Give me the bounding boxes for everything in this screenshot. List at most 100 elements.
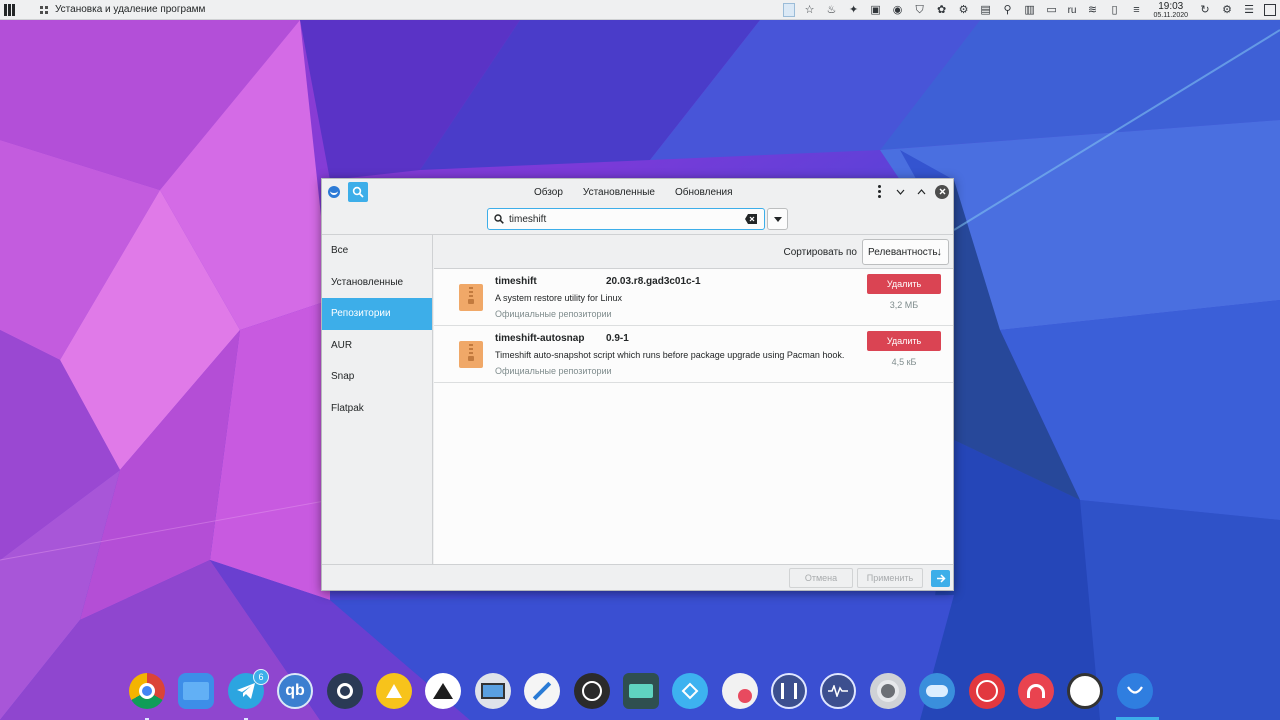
sort-value: Релевантность: [868, 246, 938, 258]
remove-button[interactable]: Удалить: [867, 274, 941, 294]
pamac-icon[interactable]: [1117, 673, 1153, 709]
circle-app-icon[interactable]: [1067, 673, 1103, 709]
cancel-button[interactable]: Отмена: [789, 568, 853, 588]
telegram-tray-icon[interactable]: ▤: [979, 3, 993, 17]
search-toggle-button[interactable]: [348, 182, 368, 202]
sort-bar: Сортировать по Релевантность ↓: [434, 235, 953, 269]
steam-icon[interactable]: [327, 673, 363, 709]
settings-icon[interactable]: ⚙: [1220, 3, 1234, 17]
window-controls: [866, 184, 949, 199]
hamster-icon[interactable]: ✿: [935, 3, 949, 17]
sort-select[interactable]: Релевантность ↓: [862, 239, 949, 265]
search-icon: [352, 186, 364, 198]
record-icon[interactable]: ◉: [891, 3, 905, 17]
headphones-icon[interactable]: [1018, 673, 1054, 709]
disk-usage-icon[interactable]: [870, 673, 906, 709]
sidebar-item-aur[interactable]: AUR: [322, 330, 432, 362]
calculator-icon[interactable]: [722, 673, 758, 709]
package-list-area: Сортировать по Релевантность ↓ timeshift…: [434, 235, 953, 565]
package-archive-icon: [459, 284, 483, 311]
telegram-icon[interactable]: 6: [228, 669, 269, 720]
search-input[interactable]: [509, 213, 739, 225]
wifi-icon[interactable]: ≋: [1085, 3, 1099, 17]
remove-button[interactable]: Удалить: [867, 331, 941, 351]
menu-icon[interactable]: ☰: [1242, 3, 1256, 17]
kebab-menu-icon[interactable]: [872, 184, 887, 199]
package-size: 4,5 кБ: [891, 357, 917, 367]
refresh-icon[interactable]: ↻: [1198, 3, 1212, 17]
inkscape-icon[interactable]: [425, 673, 461, 709]
telegram-badge: 6: [253, 669, 269, 685]
cassette-icon[interactable]: [623, 673, 659, 709]
clock[interactable]: 19:03 05.11.2020: [1153, 0, 1188, 19]
toggle-settings-icon[interactable]: [919, 673, 955, 709]
bell-icon[interactable]: ♨: [825, 3, 839, 17]
sidebar-item-all[interactable]: Все: [322, 235, 432, 267]
window-dots-icon: [40, 5, 48, 14]
clear-search-icon[interactable]: [745, 214, 757, 224]
updates-icon[interactable]: ⚙: [957, 3, 971, 17]
keyboard-layout[interactable]: ru: [1068, 5, 1077, 16]
package-version: 20.03.r8.gad3c01c-1: [606, 276, 701, 287]
obs-icon[interactable]: [574, 673, 610, 709]
timeshift-clock-icon[interactable]: [969, 673, 1005, 709]
battery-icon[interactable]: ▯: [1107, 3, 1121, 17]
sort-label: Сортировать по: [783, 247, 857, 258]
window-titlebar[interactable]: Обзор Установленные Обновления: [322, 179, 953, 205]
chrome-icon[interactable]: [129, 673, 165, 720]
sidebar-item-repositories[interactable]: Репозитории: [322, 298, 432, 330]
power-icon[interactable]: ≡: [1129, 3, 1143, 17]
sidebar-item-snap[interactable]: Snap: [322, 361, 432, 393]
sidebar-item-flatpak[interactable]: Flatpak: [322, 393, 432, 425]
krita-icon[interactable]: [524, 673, 560, 709]
view-tabs: Обзор Установленные Обновления: [534, 179, 753, 205]
maximize-chevron-icon[interactable]: [914, 184, 929, 199]
tab-updates[interactable]: Обновления: [675, 187, 733, 198]
apply-button[interactable]: Применить: [857, 568, 923, 588]
sidebar: Все Установленные Репозитории AUR Snap F…: [322, 235, 433, 565]
app-menu-icon[interactable]: [4, 3, 16, 16]
sort-arrow-down-icon: ↓: [936, 246, 943, 258]
location-icon[interactable]: ⚲: [1001, 3, 1015, 17]
files-icon[interactable]: [178, 673, 214, 709]
next-arrow-button[interactable]: [931, 570, 950, 587]
star-icon[interactable]: ☆: [803, 3, 817, 17]
package-description: Timeshift auto-snapshot script which run…: [495, 350, 845, 360]
mixer-icon[interactable]: [771, 673, 807, 709]
audio-wave-icon[interactable]: [820, 673, 856, 709]
search-icon: [494, 214, 504, 224]
search-box[interactable]: [487, 208, 765, 230]
chevron-down-icon: [773, 216, 782, 222]
package-row[interactable]: timeshift-autosnap 0.9-1 Timeshift auto-…: [434, 326, 953, 383]
virt-manager-icon[interactable]: [475, 673, 511, 709]
package-name: timeshift-autosnap: [495, 333, 585, 344]
arrow-right-icon: [936, 574, 946, 583]
package-repo: Официальные репозитории: [495, 309, 612, 319]
tab-overview[interactable]: Обзор: [534, 187, 563, 198]
shield-icon[interactable]: ⛉: [913, 3, 927, 17]
package-row[interactable]: timeshift 20.03.r8.gad3c01c-1 A system r…: [434, 269, 953, 326]
window-footer: Отмена Применить: [322, 564, 953, 590]
puzzle-icon[interactable]: ✦: [847, 3, 861, 17]
taskbar-window-item[interactable]: Установка и удаление программ: [40, 0, 205, 20]
package-name: timeshift: [495, 276, 537, 287]
package-version: 0.9-1: [606, 333, 629, 344]
clock-date: 05.11.2020: [1153, 11, 1188, 19]
display-icon[interactable]: ▭: [1045, 3, 1059, 17]
package-archive-icon: [459, 341, 483, 368]
kdeconnect-icon[interactable]: [672, 673, 708, 709]
search-row: [322, 205, 953, 234]
taskbar-window-title: Установка и удаление программ: [55, 4, 206, 15]
clock-time: 19:03: [1158, 0, 1184, 12]
minimize-chevron-icon[interactable]: [893, 184, 908, 199]
close-icon[interactable]: [935, 184, 949, 199]
sidebar-item-installed[interactable]: Установленные: [322, 267, 432, 299]
network-folder-icon[interactable]: ▥: [1023, 3, 1037, 17]
search-options-dropdown[interactable]: [767, 208, 788, 230]
notes-icon[interactable]: ▣: [869, 3, 883, 17]
tab-installed[interactable]: Установленные: [583, 187, 655, 198]
show-desktop-icon[interactable]: [1264, 4, 1276, 16]
vlc-like-icon[interactable]: [376, 673, 412, 709]
qbittorrent-icon[interactable]: qb: [277, 673, 313, 709]
clipboard-icon[interactable]: [782, 3, 795, 17]
